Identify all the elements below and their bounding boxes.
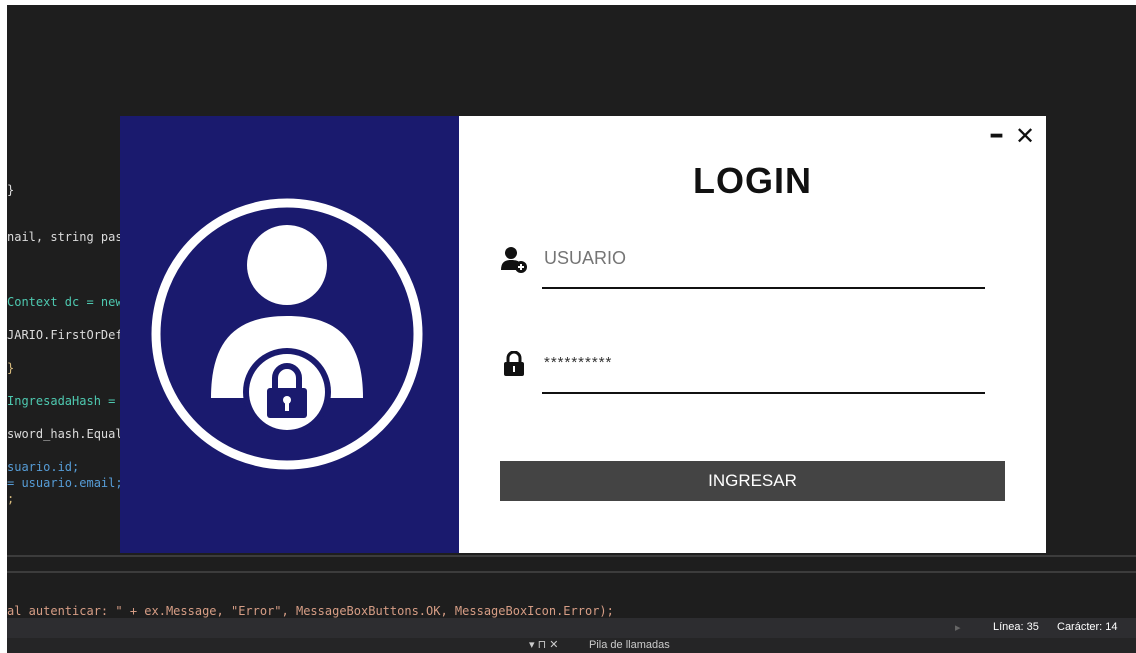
code-line: al autenticar: " + ex.Message, "Error", … — [7, 604, 614, 618]
code-line: Context dc = new — [7, 295, 123, 309]
minimize-button[interactable]: – — [989, 118, 1004, 152]
code-line: } — [7, 183, 15, 197]
status-bar: ▸ Línea: 35 Carácter: 14 — [7, 618, 1136, 638]
username-input[interactable] — [544, 246, 984, 270]
line-indicator: Línea: 35 — [993, 621, 1039, 633]
editor-divider — [7, 571, 1136, 573]
panel-controls[interactable]: ▾ ⊓ ✕ — [529, 638, 558, 651]
password-underline — [542, 392, 985, 394]
user-add-icon — [501, 247, 527, 273]
login-form-panel: – ✕ LOGIN INGRESAR — [459, 116, 1046, 553]
char-indicator: Carácter: 14 — [1057, 621, 1118, 633]
close-button[interactable]: ✕ — [1015, 122, 1035, 150]
scroll-arrow-icon[interactable]: ▸ — [955, 621, 961, 634]
bottom-panel-strip: ▾ ⊓ ✕ Pila de llamadas — [7, 638, 1136, 653]
username-underline — [542, 287, 985, 289]
code-line: = usuario.email; — [7, 476, 123, 490]
code-line: suario.id; — [7, 460, 80, 474]
login-window: – ✕ LOGIN INGRESAR — [120, 116, 1046, 553]
lock-icon — [504, 351, 524, 376]
user-lock-icon — [151, 198, 423, 470]
editor-divider — [7, 555, 1136, 557]
login-side-panel — [120, 116, 459, 553]
code-line: IngresadaHash = ( — [7, 394, 130, 408]
login-submit-button[interactable]: INGRESAR — [500, 461, 1005, 501]
code-line: } — [7, 361, 15, 375]
code-line: JARIO.FirstOrDefa — [7, 328, 130, 342]
password-input[interactable] — [544, 351, 984, 373]
login-title: LOGIN — [693, 160, 812, 201]
code-line: ; — [7, 492, 15, 506]
code-line: sword_hash.Equals — [7, 427, 130, 441]
panel-tab-label[interactable]: Pila de llamadas — [589, 639, 670, 651]
code-line: nail, string pass — [7, 230, 130, 244]
